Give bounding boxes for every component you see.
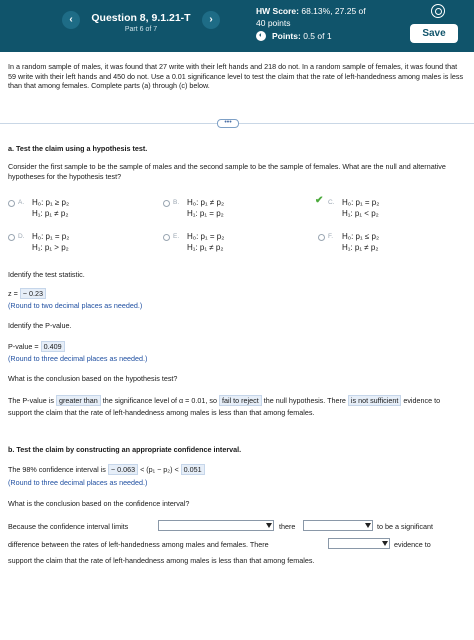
conclusion-dropdown-1[interactable]: greater than [55,395,101,406]
dropdown-arrow-icon [266,523,272,528]
part-b-heading: b. Test the claim by constructing an app… [8,445,242,454]
option-letter: F. [328,233,334,240]
option-letter: B. [173,199,180,206]
ci-conclusion-prompt: What is the conclusion based on the conf… [8,499,190,508]
option-h1: H₁: p₁ = p₂ [187,209,224,218]
z-label: z = [8,289,18,298]
dropdown-arrow-icon [382,541,388,546]
question-part: Part 6 of 7 [124,26,158,33]
hw-score-label: HW Score: [256,6,299,16]
option-h1: H₁: p₁ ≠ p₂ [342,243,379,252]
option-h0: H₀: p₁ = p₂ [342,198,380,207]
points-value: 0.5 of 1 [303,31,332,41]
conclusion-dropdown-2[interactable]: fail to reject [218,395,262,406]
option-letter: A. [18,199,25,206]
option-h0: H₀: p₁ ≤ p₂ [342,232,380,241]
ci-sentence-4: difference between the rates of left-han… [8,540,269,549]
radio-b[interactable] [163,200,170,207]
ci-sentence-1: Because the confidence interval limits [8,522,129,531]
chevron-right-icon[interactable]: › [202,11,220,29]
radio-a[interactable] [8,200,15,207]
option-h0: H₀: p₁ ≠ p₂ [187,198,225,207]
option-letter: E. [173,233,180,240]
ci-sentence-6: support the claim that the rate of left-… [8,556,315,565]
option-h1: H₁: p₁ < p₂ [342,209,379,218]
radio-d[interactable] [8,234,15,241]
ci-row: The 98% confidence interval is − 0.063 <… [8,464,466,475]
chevron-left-icon[interactable]: ‹ [62,11,80,29]
pvalue-input[interactable]: 0.409 [40,341,65,352]
hw-points: 40 points [256,18,291,28]
option-letter: D. [18,233,25,240]
conclusion-prompt: What is the conclusion based on the hypo… [8,374,178,383]
question-title: Question 8, 9.1.21-T [91,12,191,24]
part-a-heading: a. Test the claim using a hypothesis tes… [8,144,148,153]
option-h0: H₀: p₁ = p₂ [187,232,225,241]
expand-dots-icon[interactable]: ••• [217,119,239,128]
conclusion-dropdown-3[interactable]: is not sufficient [347,395,402,406]
option-h1: H₁: p₁ > p₂ [32,243,69,252]
conclusion-text-1: The P-value is [8,396,54,405]
ci-sentence-3: to be a significant [377,522,433,531]
problem-text: In a random sample of males, it was foun… [8,62,464,90]
option-h0: H₀: p₁ = p₂ [32,232,70,241]
ci-there-dropdown[interactable] [303,520,373,531]
option-letter: C. [328,199,335,206]
ci-middle: < (p₁ − p₂) < [140,465,179,474]
pvalue-prompt: Identify the P-value. [8,321,72,330]
hypotheses-prompt: Consider the first sample to be the samp… [8,162,446,181]
conclusion-text-2: the significance level of α = 0.01, so [102,396,217,405]
checkmark-icon: ✔ [315,195,324,206]
points-label: Points: [272,31,301,41]
option-h1: H₁: p₁ ≠ p₂ [32,209,69,218]
pvalue-row: P-value = 0.409 [8,341,466,352]
ci-evidence-dropdown[interactable] [328,538,390,549]
option-h0: H₀: p₁ ≥ p₂ [32,198,70,207]
ci-lower-input[interactable]: − 0.063 [107,464,139,475]
ci-sentence-5: evidence to [394,540,431,549]
points-status: ◐ Points: 0.5 of 1 [256,31,332,41]
radio-e[interactable] [163,234,170,241]
ci-label: The 98% confidence interval is [8,465,106,474]
hw-score: HW Score: 68.13%, 27.25 of [256,6,366,16]
ci-round-hint: (Round to three decimal places as needed… [8,478,148,487]
ci-sentence-2: there [279,522,296,531]
half-credit-icon: ◐ [256,31,266,41]
pvalue-round-hint: (Round to three decimal places as needed… [8,354,148,363]
conclusion-sentence: The P-value is greater than the signific… [8,395,466,419]
ci-upper-input[interactable]: 0.051 [180,464,205,475]
conclusion-text-3: the null hypothesis. There [263,396,346,405]
ci-limits-dropdown[interactable] [158,520,274,531]
test-stat-prompt: Identify the test statistic. [8,270,85,279]
pvalue-label: P-value = [8,342,39,351]
dropdown-arrow-icon [365,523,371,528]
z-round-hint: (Round to two decimal places as needed.) [8,301,143,310]
gear-icon[interactable] [431,4,445,18]
radio-f[interactable] [318,234,325,241]
z-value-input[interactable]: − 0.23 [19,288,46,299]
hw-score-value: 68.13%, 27.25 of [301,6,366,16]
option-h1: H₁: p₁ ≠ p₂ [187,243,224,252]
header-bar: ‹ Question 8, 9.1.21-T Part 6 of 7 › HW … [0,0,474,52]
z-row: z = − 0.23 [8,288,466,299]
save-button[interactable]: Save [410,24,458,43]
